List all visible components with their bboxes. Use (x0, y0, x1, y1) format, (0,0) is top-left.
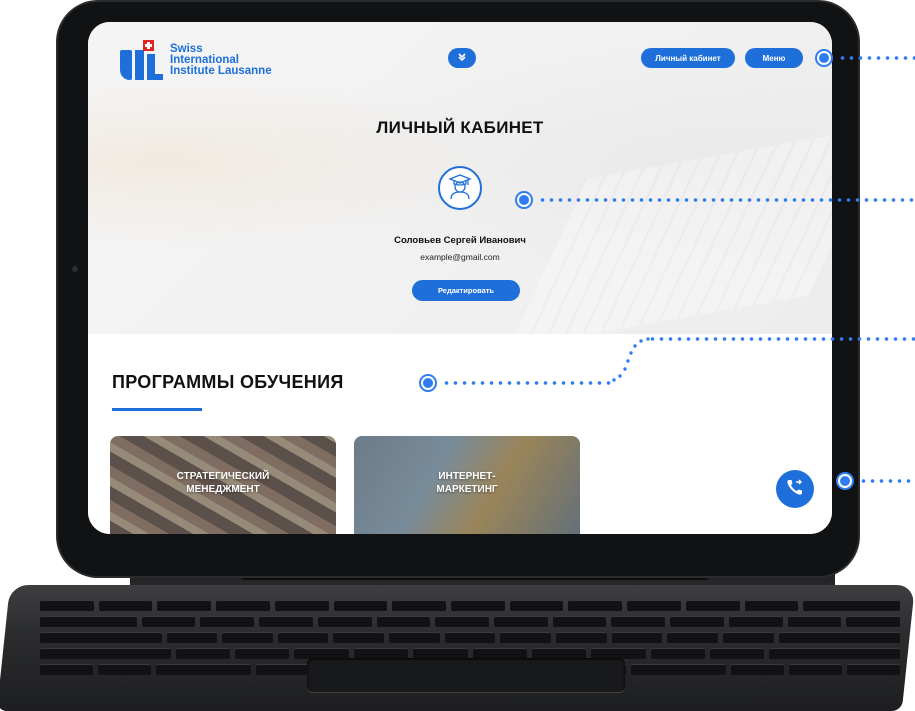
site-logo[interactable]: Swiss International Institute Lausanne (120, 40, 272, 80)
menu-button[interactable]: Меню (745, 48, 803, 68)
logo-line-2: International (170, 53, 240, 66)
program-card-label: ИНТЕРНЕТ- МАРКЕТИНГ (354, 470, 580, 496)
card-label-line-2: МАРКЕТИНГ (436, 484, 498, 495)
programs-section: ПРОГРАММЫ ОБУЧЕНИЯ СТРАТЕГИЧЕСКИЙ МЕНЕДЖ… (88, 334, 832, 534)
page-title: ЛИЧНЫЙ КАБИНЕТ (376, 118, 544, 137)
callout-line-menu (838, 56, 915, 60)
programs-title: ПРОГРАММЫ ОБУЧЕНИЯ (112, 372, 344, 392)
program-card-strategic-management[interactable]: СТРАТЕГИЧЕСКИЙ МЕНЕДЖМЕНТ (110, 436, 336, 534)
edit-profile-button[interactable]: Редактировать (412, 280, 520, 301)
card-label-line-1: ИНТЕРНЕТ- (438, 471, 496, 482)
callout-marker-avatar (515, 191, 533, 209)
callout-marker-programs (419, 374, 437, 392)
chevron-double-down-icon (457, 52, 467, 65)
card-label-line-2: МЕНЕДЖМЕНТ (186, 484, 260, 495)
camera-dot (72, 266, 78, 272)
sil-logo-icon (120, 40, 163, 80)
card-label-line-1: СТРАТЕГИЧЕСКИЙ (176, 471, 270, 482)
logo-text: Swiss International Institute Lausanne (170, 42, 272, 77)
tablet-screen: Swiss International Institute Lausanne Л… (88, 22, 832, 534)
logo-line-3: Institute Lausanne (170, 64, 272, 77)
graduate-avatar-icon (445, 171, 475, 206)
phone-transfer-icon (785, 477, 805, 502)
callout-line-avatar (538, 198, 915, 202)
user-email: example@gmail.com (420, 252, 500, 262)
callback-button[interactable] (776, 470, 814, 508)
title-underline (112, 408, 202, 411)
trackpad (307, 658, 625, 692)
program-card-internet-marketing[interactable]: ИНТЕРНЕТ- МАРКЕТИНГ (354, 436, 580, 534)
logo-line-1: Swiss (170, 42, 203, 55)
device-mockup: Swiss International Institute Lausanne Л… (0, 0, 915, 711)
avatar (438, 166, 482, 210)
callout-line-programs-1 (442, 381, 612, 385)
scroll-down-button[interactable] (448, 48, 476, 68)
personal-cabinet-button[interactable]: Личный кабинет (641, 48, 735, 68)
callout-marker-menu (815, 49, 833, 67)
hero-section: Swiss International Institute Lausanne Л… (88, 22, 832, 349)
program-card-label: СТРАТЕГИЧЕСКИЙ МЕНЕДЖМЕНТ (110, 470, 336, 496)
callout-line-callback (859, 479, 915, 483)
user-name: Соловьев Сергей Иванович (394, 235, 526, 246)
callout-curve-programs (612, 337, 650, 382)
callout-line-programs-2 (648, 337, 915, 341)
callout-marker-callback (836, 472, 854, 490)
